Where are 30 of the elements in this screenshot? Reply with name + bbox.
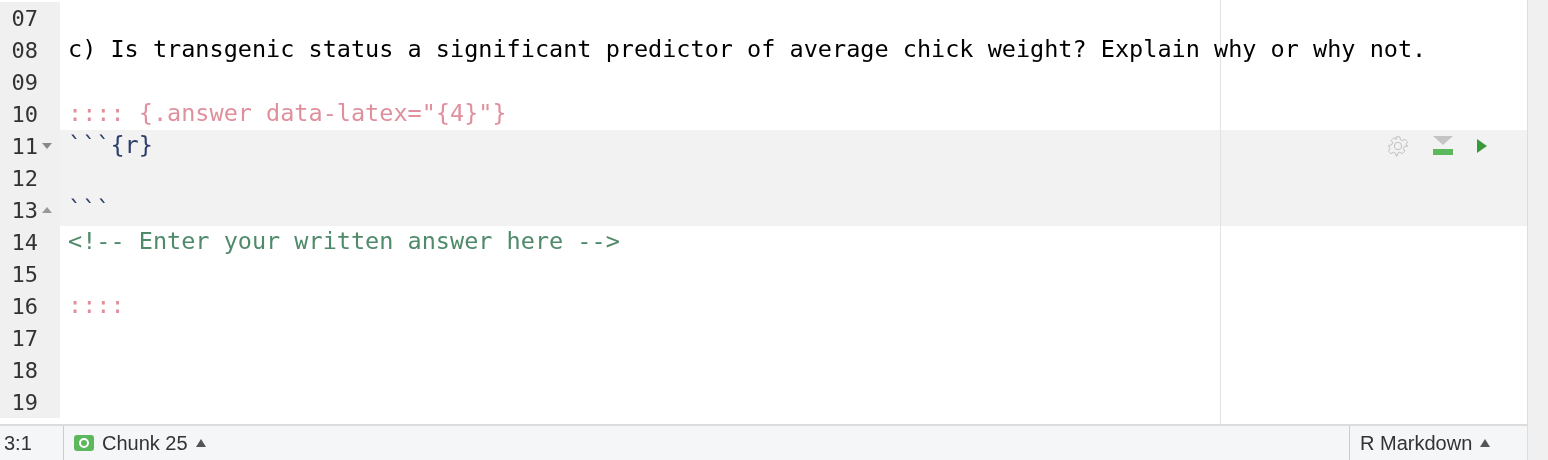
line-number: 08	[10, 36, 38, 65]
caret-icon	[1480, 439, 1491, 447]
code-line: c) Is transgenic status a significant predictor of average chick weight? Explain why or why not.	[68, 34, 1427, 66]
cursor-position: 3:1	[0, 426, 64, 460]
code-line: ```	[68, 194, 111, 226]
line-number: 10	[10, 100, 38, 129]
line-number: 18	[10, 356, 38, 385]
code-line: <!-- Enter your written answer here -->	[68, 226, 620, 258]
line-number: 07	[10, 4, 38, 33]
line-number: 16	[10, 292, 38, 321]
fold-arrow-icon[interactable]	[42, 207, 52, 213]
run-chunk-icon[interactable]	[1477, 139, 1487, 153]
settings-icon[interactable]	[1387, 135, 1409, 157]
code-line: :::: {.answer data-latex="{4}"}	[68, 98, 507, 130]
line-number: 15	[10, 260, 38, 289]
line-number: 17	[10, 324, 38, 353]
line-number: 11	[10, 132, 38, 161]
run-previous-chunks-icon[interactable]	[1433, 136, 1453, 156]
caret-icon	[195, 439, 206, 447]
line-number: 12	[10, 164, 38, 193]
chunk-icon	[74, 435, 94, 451]
code-line: ::::	[68, 290, 125, 322]
line-number: 09	[10, 68, 38, 97]
line-number: 13	[10, 196, 38, 225]
fold-arrow-icon[interactable]	[42, 143, 52, 149]
scrollbar[interactable]	[1527, 0, 1548, 460]
chunk-menu[interactable]: Chunk 25	[64, 426, 206, 460]
line-number: 19	[10, 388, 38, 417]
code-line: ```{r}	[68, 130, 153, 162]
line-number: 14	[10, 228, 38, 257]
